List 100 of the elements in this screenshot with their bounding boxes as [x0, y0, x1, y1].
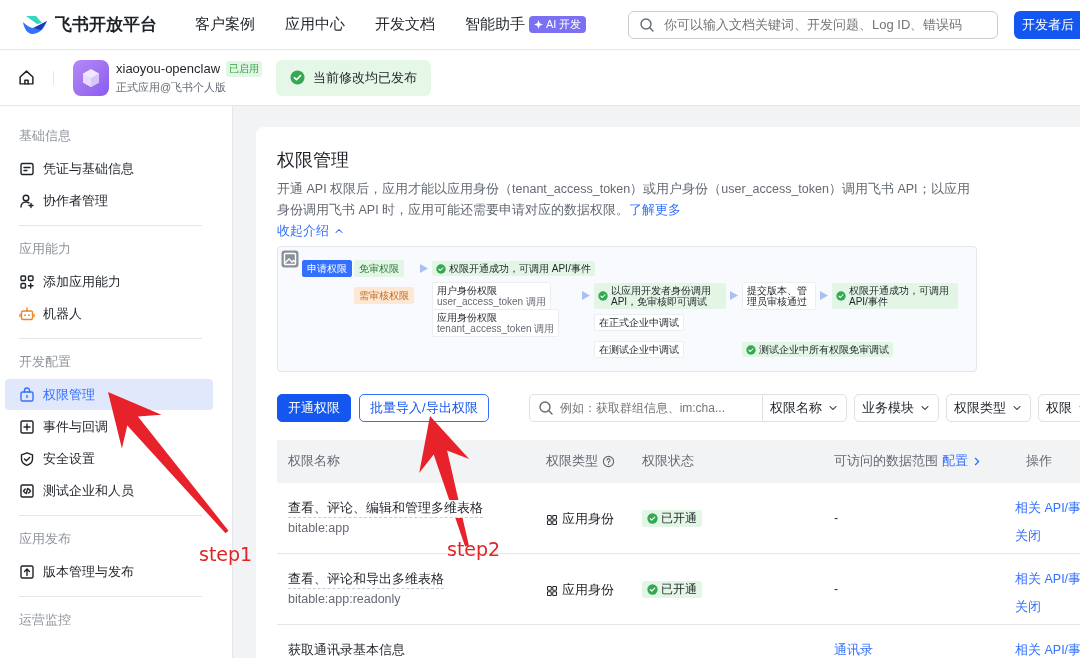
home-icon	[18, 69, 35, 86]
search-field[interactable]: 你可以输入文档关键词、开发问题、Log ID、错误码	[628, 10, 998, 39]
filter-dropdown[interactable]: 权限名称	[761, 394, 847, 422]
column-header: 权限类型	[546, 453, 598, 470]
permission-search-field[interactable]: 例如：获取群组信息、im:cha...	[528, 394, 763, 422]
column-header: 操作	[1026, 453, 1052, 470]
column-header: 可访问的数据范围	[834, 453, 938, 470]
nav-link[interactable]: 智能助手	[465, 15, 525, 34]
check-circle-icon	[598, 290, 608, 301]
column-header: 权限名称	[288, 453, 340, 470]
sidebar-item[interactable]: 协作者管理	[5, 185, 213, 216]
arrow-icon	[820, 291, 828, 300]
step-label: step1	[199, 543, 253, 565]
scope-link[interactable]: 通讯录	[834, 643, 873, 657]
status-tag: 已启用	[226, 60, 263, 77]
nav-link[interactable]: 开发文档	[375, 15, 435, 34]
filter-dropdown[interactable]: 权限类型	[945, 394, 1031, 422]
scope-text: -	[834, 511, 839, 525]
page-title: 权限管理	[277, 149, 350, 172]
user-plus-icon	[19, 192, 35, 209]
enable-permission-button[interactable]: 开通权限	[277, 394, 351, 422]
permission-name: 查看、评论、编辑和管理多维表格	[288, 500, 483, 518]
sidebar-section-title: 开发配置	[18, 354, 72, 371]
description: 开通 API 权限后，应用才能以应用身份（tenant_access_token）或用户身份（user_access_token）调用飞书 API；以应用身份调用飞书 API 时，应用可能还需要申请对应的数据权限。了解更多	[277, 181, 971, 219]
node-label: 以应用开发者身份调用 API，免审核即可调试	[611, 284, 712, 307]
search-icon	[537, 400, 554, 416]
sidebar-item[interactable]: 添加应用能力	[5, 266, 213, 297]
permission-name: 获取通讯录基本信息	[288, 642, 405, 658]
learn-more-link[interactable]: 了解更多	[629, 203, 682, 217]
arrow-icon	[420, 264, 428, 273]
nav-link[interactable]: 客户案例	[195, 15, 255, 34]
app-name: xiaoyou-openclaw	[116, 61, 221, 76]
app-avatar	[73, 59, 109, 96]
arrow-icon	[730, 291, 738, 300]
action-link[interactable]: 相关 API/事	[1015, 642, 1080, 658]
permission-name: 查看、评论和导出多维表格	[288, 571, 444, 589]
check-circle-icon	[647, 584, 658, 595]
node-label: 权限开通成功，可调用 API/事件	[449, 263, 591, 274]
search-icon	[639, 16, 655, 33]
nav-link[interactable]: 应用中心	[285, 15, 345, 34]
sidebar-item[interactable]: 事件与回调	[5, 411, 213, 442]
code-icon	[19, 482, 35, 499]
grid-icon	[546, 584, 558, 597]
sidebar-item[interactable]: 机器人	[5, 298, 213, 329]
status-text: 已开通	[661, 511, 697, 526]
filter-dropdown[interactable]: 业务模块	[853, 394, 939, 422]
sidebar-item[interactable]: 安全设置	[5, 443, 213, 474]
diagram-node: 免审权限	[354, 260, 404, 277]
check-circle-icon	[746, 344, 756, 355]
sidebar-section-title: 基础信息	[18, 128, 72, 145]
id-card-icon	[19, 160, 35, 177]
status-text: 已开通	[661, 582, 697, 597]
collapse-link[interactable]: 收起介绍	[277, 221, 345, 241]
diagram-node: 在测试企业中调试	[594, 341, 684, 358]
permission-type: 应用身份	[562, 582, 614, 599]
sidebar-item[interactable]: 测试企业和人员	[5, 475, 213, 506]
action-link[interactable]: 关闭	[1015, 599, 1080, 616]
sidebar-section-title: 应用发布	[18, 531, 72, 548]
arrow-icon	[582, 291, 590, 300]
logo-title: 飞书开放平台	[55, 14, 157, 36]
grid-plus-icon	[19, 273, 35, 290]
action-link[interactable]: 相关 API/事	[1015, 500, 1080, 517]
diagram-node: 提交版本、管理员审核通过	[742, 281, 816, 310]
help-icon	[602, 455, 615, 468]
permission-code: bitable:app:readonly	[288, 592, 402, 606]
check-circle-icon	[436, 263, 446, 274]
robot-icon	[19, 305, 35, 322]
permission-type: 应用身份	[562, 511, 614, 528]
column-header: 权限状态	[642, 453, 694, 470]
node-label: 测试企业中所有权限免审调试	[759, 344, 889, 355]
node-label: 权限开通成功，可调用 API/事件	[849, 284, 950, 307]
app-subtitle: 正式应用@飞书个人版	[116, 79, 228, 95]
sidebar-section-title: 应用能力	[18, 241, 72, 258]
diagram-node: 用户身份权限 user_access_token 调用	[432, 281, 551, 310]
shield-check-icon	[19, 450, 35, 467]
sidebar-item[interactable]: 凭证与基础信息	[5, 153, 213, 184]
logo-icon	[22, 13, 48, 36]
ai-badge[interactable]: AI 开发	[529, 16, 587, 33]
check-circle-icon	[647, 513, 658, 524]
step-label: step2	[447, 538, 501, 560]
notice-text: 当前修改均已发布	[313, 68, 418, 87]
diagram-node: 应用身份权限 tenant_access_token 调用	[432, 308, 560, 337]
import-export-button[interactable]: 批量导入/导出权限	[359, 394, 489, 422]
upload-icon	[19, 563, 35, 580]
action-link[interactable]: 关闭	[1015, 528, 1080, 545]
grid-icon	[546, 513, 558, 526]
sidebar-section-title: 运营监控	[18, 612, 72, 629]
diagram-node: 需审核权限	[354, 287, 414, 304]
console-button[interactable]: 开发者后	[1014, 10, 1080, 39]
configure-link[interactable]: 配置	[942, 453, 982, 470]
sidebar-item[interactable]: 权限管理	[5, 379, 213, 410]
scope-text: -	[834, 582, 839, 596]
check-circle-icon	[836, 290, 846, 301]
check-circle-icon	[290, 70, 306, 85]
diagram-node: 在正式企业中调试	[594, 314, 684, 331]
filter-dropdown[interactable]: 权限	[1037, 394, 1080, 422]
lock-icon	[19, 386, 35, 403]
diagram-node: 申请权限	[302, 260, 352, 277]
permission-code: bitable:app	[288, 521, 351, 535]
action-link[interactable]: 相关 API/事	[1015, 571, 1080, 588]
